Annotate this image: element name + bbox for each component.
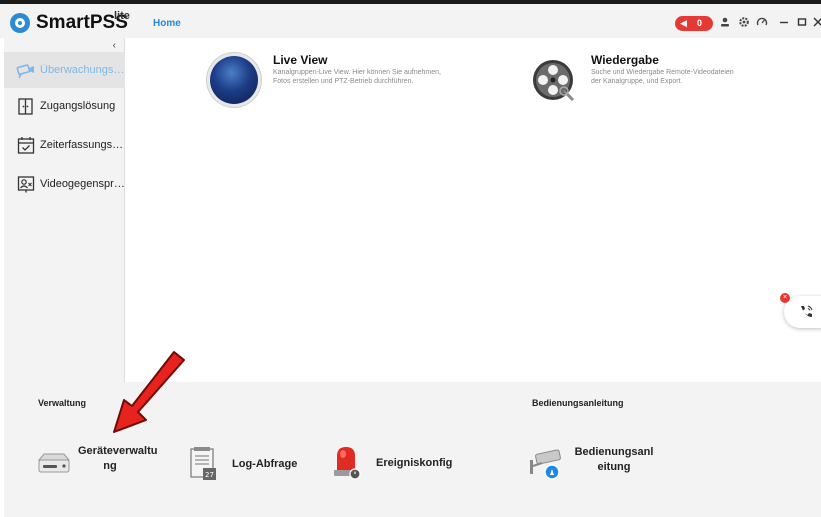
live-view-desc: Kanalgruppen-Live View. Hier können Sie … bbox=[273, 69, 441, 85]
wiedergabe-title: Wiedergabe bbox=[591, 53, 659, 67]
sidebar-item-label: Zeiterfassungslös... bbox=[40, 139, 125, 151]
phone-icon bbox=[798, 304, 814, 325]
collapse-sidebar-icon[interactable]: ‹ bbox=[113, 40, 116, 51]
sidebar-item-label: Zugangslösung bbox=[40, 100, 116, 112]
sidebar-item-videogegensprech[interactable]: Videogegensprec... bbox=[4, 166, 125, 202]
wiedergabe-desc: Suche und Wiedergabe Remote-Videodateien… bbox=[591, 69, 734, 85]
maximize-icon[interactable] bbox=[795, 16, 809, 30]
speaker-icon: ◀ bbox=[680, 18, 687, 28]
live-view-title: Live View bbox=[273, 53, 328, 67]
bedienung-section-label: Bedienungsanleitung bbox=[532, 398, 624, 408]
verwaltung-section-label: Verwaltung bbox=[38, 398, 87, 408]
camera-icon bbox=[16, 60, 36, 80]
smartpss-logo-icon bbox=[10, 13, 30, 33]
alarm-button[interactable]: ◀ 0 bbox=[675, 16, 713, 31]
manual-camera-icon bbox=[528, 446, 566, 482]
device-icon bbox=[36, 448, 72, 478]
alarm-light-icon bbox=[330, 444, 362, 482]
wiedergabe-card[interactable]: Wiedergabe Suche und Wiedergabe Remote-V… bbox=[591, 53, 771, 108]
user-icon[interactable] bbox=[718, 16, 732, 30]
event-config-label: Ereigniskonfig bbox=[376, 456, 453, 469]
device-management-button[interactable]: Geräteverwaltu ng bbox=[36, 445, 157, 478]
log-icon: 27 bbox=[188, 446, 218, 482]
svg-text:27: 27 bbox=[205, 471, 214, 479]
minimize-icon[interactable] bbox=[777, 16, 791, 30]
event-config-button[interactable]: Ereigniskonfig bbox=[330, 444, 452, 482]
close-badge-icon[interactable]: × bbox=[780, 293, 790, 303]
log-query-label: Log-Abfrage bbox=[232, 457, 298, 470]
gear-icon[interactable] bbox=[737, 16, 751, 30]
user-manual-label: Bedienungsanl eitung bbox=[574, 446, 654, 473]
live-view-card[interactable]: Live View Kanalgruppen-Live View. Hier k… bbox=[273, 53, 453, 108]
title-bar: SmartPSS lite Home ◀ 0 bbox=[0, 0, 821, 38]
log-query-button[interactable]: 27 Log-Abfrage bbox=[188, 446, 297, 482]
device-management-label: Geräteverwaltu ng bbox=[78, 445, 158, 472]
close-icon[interactable] bbox=[812, 16, 821, 30]
live-view-icon[interactable] bbox=[210, 56, 258, 104]
sidebar-item-zugang[interactable]: Zugangslösung bbox=[4, 88, 125, 124]
tab-home[interactable]: Home bbox=[153, 18, 181, 29]
intercom-icon bbox=[16, 174, 36, 194]
red-annotation-arrow-icon bbox=[113, 351, 185, 433]
call-widget[interactable]: × bbox=[780, 293, 821, 328]
sidebar-item-ueberwachung[interactable]: Überwachungslös... bbox=[4, 52, 125, 88]
user-manual-button[interactable]: Bedienungsanl eitung bbox=[528, 446, 656, 482]
sidebar-item-label: Überwachungslös... bbox=[40, 64, 125, 76]
gauge-icon[interactable] bbox=[755, 16, 769, 30]
app-suffix: lite bbox=[114, 10, 130, 22]
calendar-check-icon bbox=[16, 135, 36, 155]
sidebar-item-label: Videogegensprec... bbox=[40, 178, 125, 190]
playback-reel-icon[interactable] bbox=[530, 57, 576, 103]
door-icon bbox=[16, 96, 36, 116]
sidebar: ‹ Überwachungslös... Zugangslösung Zeite… bbox=[4, 38, 125, 382]
alarm-count: 0 bbox=[697, 18, 703, 28]
sidebar-item-zeiterfassung[interactable]: Zeiterfassungslös... bbox=[4, 127, 125, 163]
